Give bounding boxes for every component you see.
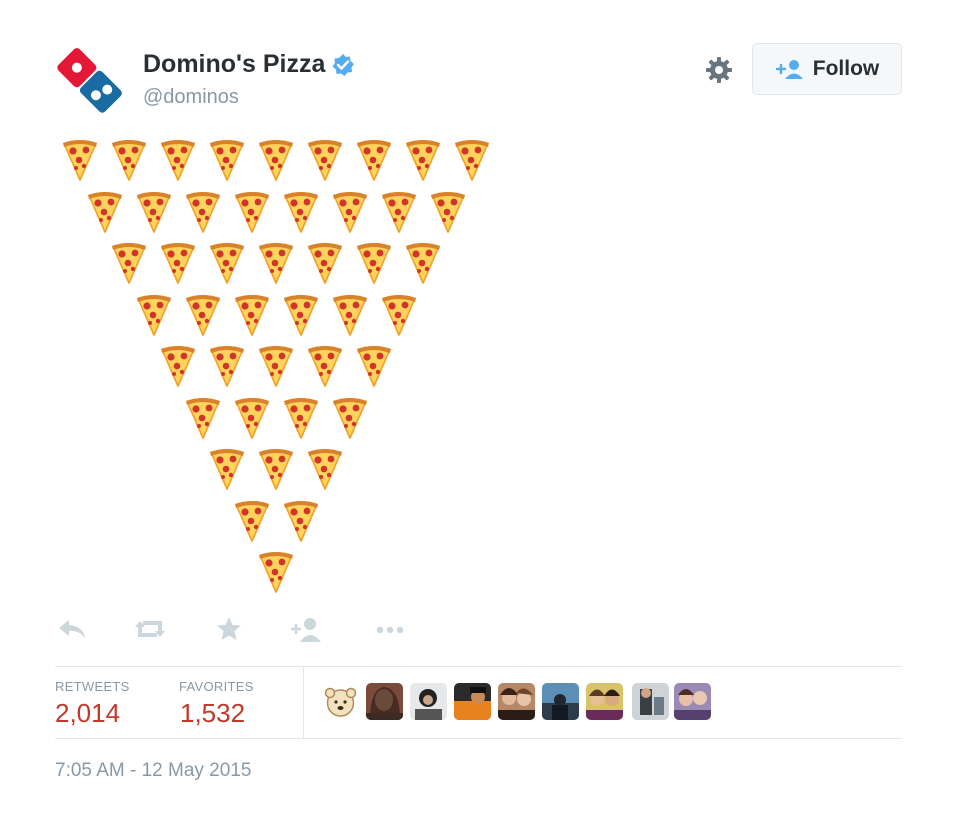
screen-name[interactable]: @dominos (143, 86, 239, 109)
avatar[interactable] (410, 683, 447, 720)
pizza-emoji (160, 241, 196, 285)
avatar[interactable] (498, 683, 535, 720)
divider-bottom (55, 738, 902, 739)
follow-person-icon (775, 60, 803, 79)
pizza-emoji (405, 241, 441, 285)
pizza-emoji (381, 293, 417, 337)
pizza-emoji (332, 396, 368, 440)
favorites-count[interactable]: 1,532 (180, 698, 245, 729)
pizza-emoji (356, 344, 392, 388)
account-name[interactable]: Domino's Pizza (143, 50, 355, 79)
pizza-emoji (234, 499, 270, 543)
avatar[interactable] (366, 683, 403, 720)
pizza-emoji (234, 190, 270, 234)
avatar[interactable] (542, 683, 579, 720)
verified-badge-icon (332, 53, 355, 76)
avatar[interactable] (454, 683, 491, 720)
pizza-emoji (87, 190, 123, 234)
pizza-emoji (307, 138, 343, 182)
more-icon[interactable] (373, 615, 407, 643)
pizza-emoji (307, 447, 343, 491)
pizza-emoji (283, 499, 319, 543)
pizza-emoji (332, 293, 368, 337)
favorite-icon[interactable] (212, 615, 246, 643)
follow-icon[interactable] (290, 615, 324, 643)
pizza-emoji (234, 293, 270, 337)
pizza-emoji (62, 138, 98, 182)
pizza-emoji (209, 447, 245, 491)
follow-label: Follow (812, 57, 880, 80)
pizza-emoji (258, 550, 294, 594)
pizza-emoji (381, 190, 417, 234)
avatar[interactable] (586, 683, 623, 720)
pizza-emoji (185, 293, 221, 337)
pizza-emoji (185, 396, 221, 440)
pizza-emoji (356, 138, 392, 182)
pizza-emoji (258, 447, 294, 491)
pizza-emoji (356, 241, 392, 285)
dominos-logo[interactable] (54, 42, 128, 116)
pizza-emoji (283, 396, 319, 440)
pizza-emoji (332, 190, 368, 234)
pizza-emoji (283, 190, 319, 234)
divider-top (55, 666, 902, 667)
pizza-emoji (258, 241, 294, 285)
retweets-count[interactable]: 2,014 (55, 698, 120, 729)
tweet-timestamp[interactable]: 7:05 AM - 12 May 2015 (55, 760, 251, 782)
account-name-text[interactable]: Domino's Pizza (143, 50, 325, 79)
avatar[interactable] (322, 683, 359, 720)
pizza-emoji (454, 138, 490, 182)
pizza-emoji (258, 344, 294, 388)
pizza-emoji (209, 344, 245, 388)
pizza-emoji (430, 190, 466, 234)
pizza-emoji (111, 138, 147, 182)
pizza-emoji (209, 138, 245, 182)
pizza-emoji (307, 344, 343, 388)
pizza-emoji (258, 138, 294, 182)
pizza-emoji (234, 396, 270, 440)
retweets-label[interactable]: RETWEETS (55, 679, 130, 694)
favorites-label[interactable]: FAVORITES (179, 679, 254, 694)
pizza-emoji (307, 241, 343, 285)
pizza-emoji (160, 138, 196, 182)
pizza-emoji (136, 293, 172, 337)
pizza-emoji (405, 138, 441, 182)
gear-icon[interactable] (704, 55, 734, 85)
pizza-emoji (209, 241, 245, 285)
avatar[interactable] (632, 683, 669, 720)
pizza-emoji (283, 293, 319, 337)
pizza-emoji (136, 190, 172, 234)
reply-icon[interactable] (55, 615, 89, 643)
pizza-emoji (160, 344, 196, 388)
retweet-icon[interactable] (133, 615, 167, 643)
pizza-emoji (185, 190, 221, 234)
follow-button[interactable]: Follow (752, 43, 902, 95)
stats-divider (303, 666, 304, 738)
avatar[interactable] (674, 683, 711, 720)
pizza-emoji (111, 241, 147, 285)
